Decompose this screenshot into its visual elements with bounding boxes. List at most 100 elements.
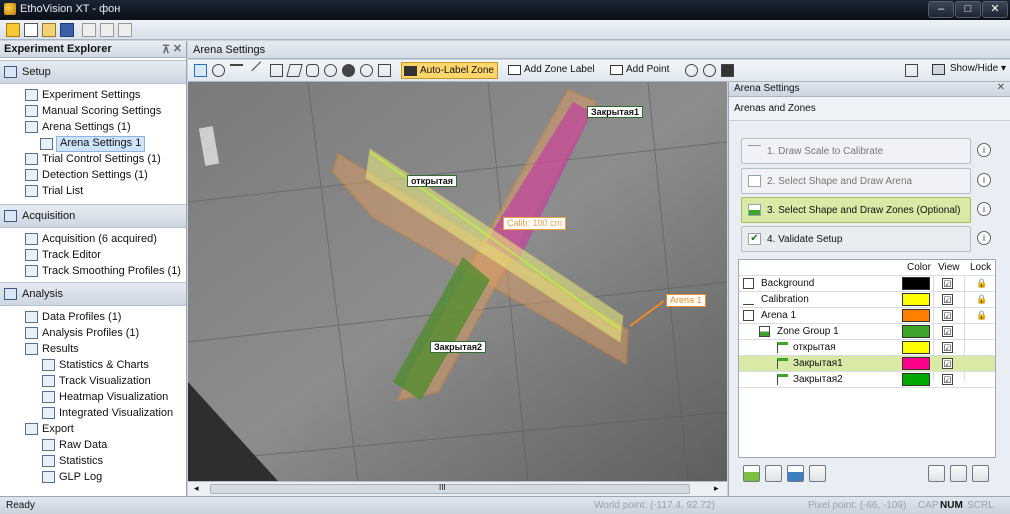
tree-item-statistics[interactable]: Statistics (42, 454, 103, 470)
copy-icon[interactable] (100, 23, 114, 37)
zone-row-arena[interactable]: Arena 1 ☑ 🔒 (739, 307, 995, 323)
tree-item-raw-data[interactable]: Raw Data (42, 438, 107, 454)
minimize-button[interactable]: – (928, 1, 954, 18)
view-checkbox[interactable]: ☑ (942, 294, 953, 305)
section-acquisition[interactable]: Acquisition (0, 204, 186, 228)
zone-row-closed2[interactable]: Закрытая2 ☑ (739, 371, 995, 387)
view-checkbox[interactable]: ☑ (942, 326, 953, 337)
color-swatch[interactable] (902, 293, 930, 306)
color-swatch[interactable] (902, 277, 930, 290)
freehand-tool-icon[interactable] (306, 64, 319, 77)
zone-row-background[interactable]: Background ☑ 🔒 (739, 275, 995, 291)
show-hide-button[interactable]: Show/Hide ▾ (931, 63, 1006, 75)
collapse-icon[interactable] (928, 465, 945, 482)
grid-tool-icon[interactable] (378, 64, 391, 77)
add-point-button[interactable]: Add Point (608, 62, 672, 79)
zone-label-closed2[interactable]: Закрытая2 (430, 341, 487, 353)
maximize-button[interactable]: □ (955, 1, 981, 18)
move-point-icon[interactable] (230, 64, 243, 77)
tree-item-heatmap[interactable]: Heatmap Visualization (42, 390, 168, 406)
zone-row-closed1[interactable]: Закрытая1 ☑ (739, 355, 995, 371)
save-icon[interactable] (60, 23, 74, 37)
tree-item-track-smoothing[interactable]: Track Smoothing Profiles (1) (25, 264, 181, 280)
import-zone-icon[interactable] (787, 465, 804, 482)
color-swatch[interactable] (902, 357, 930, 370)
close-window-button[interactable]: ✕ (982, 1, 1008, 18)
view-checkbox[interactable]: ☑ (942, 358, 953, 369)
zone-row-open[interactable]: открытая ☑ (739, 339, 995, 355)
zoom-out-icon[interactable] (703, 64, 716, 77)
camera-icon[interactable] (721, 64, 734, 77)
tree-item-trial-control[interactable]: Trial Control Settings (1) (25, 152, 161, 168)
line-tool-icon[interactable] (251, 61, 270, 80)
color-swatch[interactable] (902, 341, 930, 354)
tree-item-arena-settings[interactable]: Arena Settings (1) (25, 120, 131, 136)
scroll-left-icon[interactable]: ◂ (194, 483, 199, 494)
move-zone-icon[interactable] (972, 465, 989, 482)
zone-row-zone-group[interactable]: Zone Group 1 ☑ (739, 323, 995, 339)
circle-tool-icon[interactable] (324, 64, 337, 77)
view-checkbox[interactable]: ☑ (942, 342, 953, 353)
step-draw-zones-button[interactable]: 3. Select Shape and Draw Zones (Optional… (741, 197, 971, 223)
tree-item-analysis-profiles[interactable]: Analysis Profiles (1) (25, 326, 139, 342)
info-icon[interactable]: i (977, 202, 991, 216)
tree-item-glp-log[interactable]: GLP Log (42, 470, 102, 486)
close-explorer-icon[interactable]: ✕ (173, 42, 182, 55)
info-icon[interactable]: i (977, 173, 991, 187)
paste-icon[interactable] (118, 23, 132, 37)
circle-cross-tool-icon[interactable] (360, 64, 373, 77)
tree-item-statistics-charts[interactable]: Statistics & Charts (42, 358, 149, 374)
lock-icon[interactable]: 🔒 (976, 310, 987, 321)
view-checkbox[interactable]: ☑ (942, 278, 953, 289)
tree-item-export[interactable]: Export (25, 422, 74, 438)
ellipse-tool-icon[interactable] (342, 64, 355, 77)
color-swatch[interactable] (902, 373, 930, 386)
color-swatch[interactable] (902, 325, 930, 338)
calibration-label[interactable]: Calib: 100 cm (503, 217, 567, 230)
scroll-thumb[interactable]: III (210, 483, 690, 494)
tree-item-results[interactable]: Results (25, 342, 79, 358)
rectangle-tool-icon[interactable] (270, 64, 283, 77)
color-swatch[interactable] (902, 309, 930, 322)
step-validate-button[interactable]: ✔ 4. Validate Setup (741, 226, 971, 252)
tree-item-manual-scoring[interactable]: Manual Scoring Settings (25, 104, 161, 120)
new-file-icon[interactable] (24, 23, 38, 37)
close-panel-icon[interactable]: ✕ (997, 82, 1005, 93)
tree-item-experiment-settings[interactable]: Experiment Settings (25, 88, 140, 104)
tree-item-detection-settings[interactable]: Detection Settings (1) (25, 168, 148, 184)
tree-item-data-profiles[interactable]: Data Profiles (1) (25, 310, 121, 326)
expand-icon[interactable] (950, 465, 967, 482)
pin-icon[interactable]: ⊼ (162, 43, 170, 56)
add-zone-icon[interactable] (743, 465, 760, 482)
add-zone-group-icon[interactable] (765, 465, 782, 482)
zoom-in-icon[interactable] (685, 64, 698, 77)
view-checkbox[interactable]: ☑ (942, 310, 953, 321)
zone-label-closed1[interactable]: Закрытая1 (587, 106, 644, 118)
zone-properties-icon[interactable] (809, 465, 826, 482)
zone-row-calibration[interactable]: Calibration ☑ 🔒 (739, 291, 995, 307)
tree-item-arena-settings-1[interactable]: Arena Settings 1 (40, 136, 146, 152)
new-icon[interactable] (6, 23, 20, 37)
arena-canvas[interactable]: Закрытая1 открытая Закрытая2 Calib: 100 … (188, 82, 727, 481)
cut-icon[interactable] (82, 23, 96, 37)
tree-item-track-editor[interactable]: Track Editor (25, 248, 101, 264)
view-checkbox[interactable]: ☑ (942, 374, 953, 385)
canvas-horizontal-scrollbar[interactable]: ◂ III ▸ (188, 481, 727, 496)
scroll-right-icon[interactable]: ▸ (714, 483, 719, 494)
info-icon[interactable]: i (977, 143, 991, 157)
info-icon[interactable]: i (977, 231, 991, 245)
step-draw-arena-button[interactable]: 2. Select Shape and Draw Arena (741, 168, 971, 194)
section-setup[interactable]: Setup (0, 60, 186, 84)
select-pointer-icon[interactable] (194, 64, 207, 77)
tree-item-track-visualization[interactable]: Track Visualization (42, 374, 151, 390)
auto-label-zone-button[interactable]: Auto-Label Zone (401, 62, 498, 79)
section-analysis[interactable]: Analysis (0, 282, 186, 306)
rotate-icon[interactable] (212, 64, 225, 77)
arena-label[interactable]: Arena 1 (666, 294, 706, 307)
open-folder-icon[interactable] (42, 23, 56, 37)
lock-icon[interactable]: 🔒 (976, 278, 987, 289)
add-zone-label-button[interactable]: Add Zone Label (506, 62, 598, 79)
tree-item-trial-list[interactable]: Trial List (25, 184, 83, 200)
fullscreen-icon[interactable] (905, 64, 918, 77)
zone-label-open[interactable]: открытая (407, 175, 458, 187)
